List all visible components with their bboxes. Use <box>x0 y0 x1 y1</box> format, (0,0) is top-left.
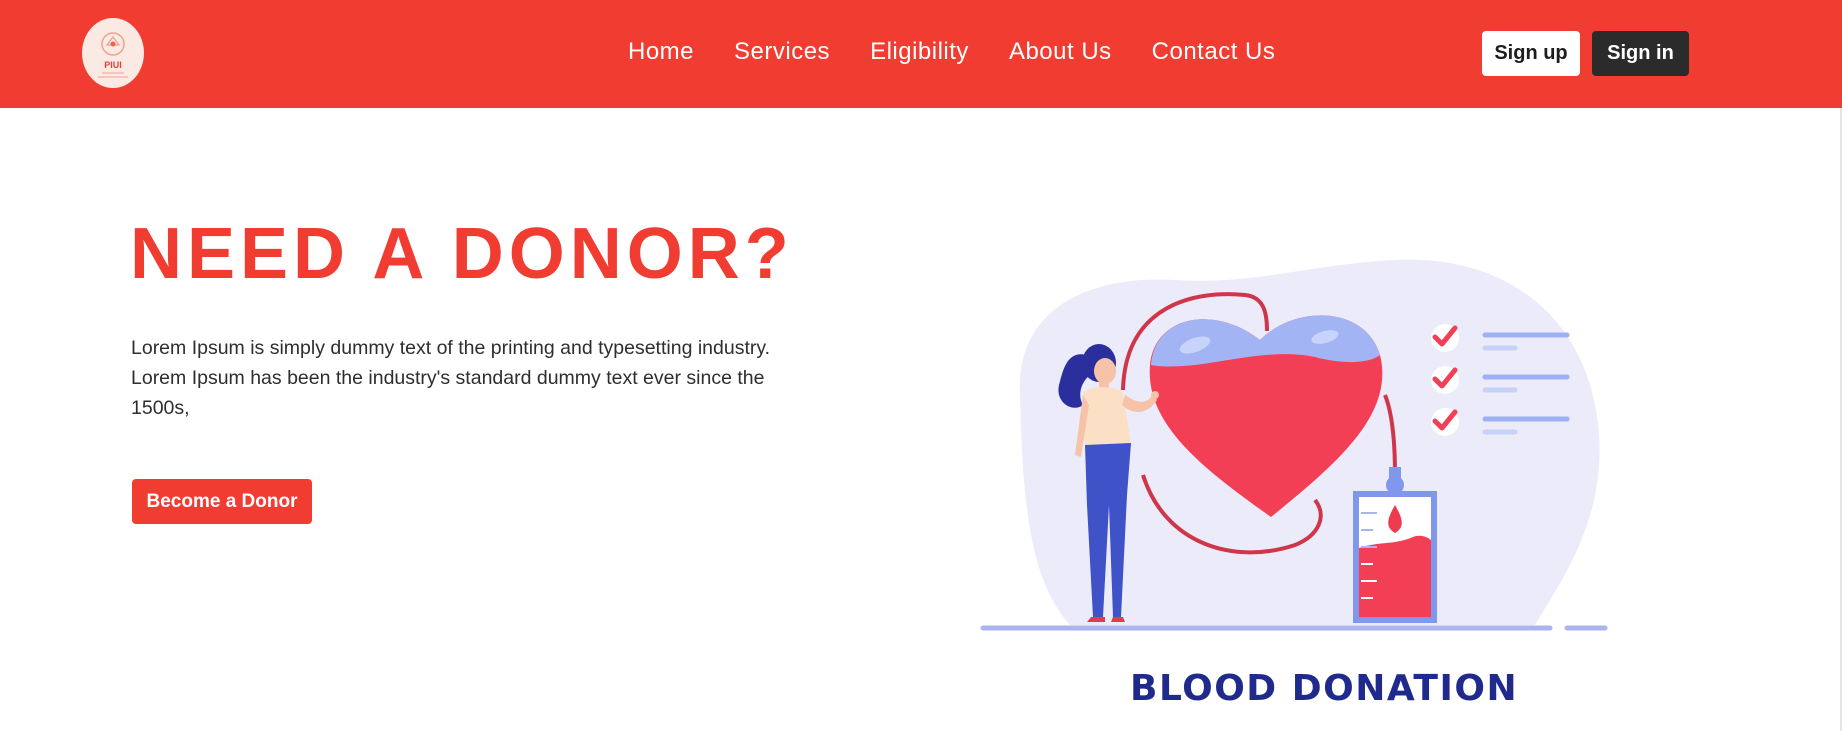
become-donor-button[interactable]: Become a Donor <box>132 479 312 524</box>
main-nav: Home Services Eligibility About Us Conta… <box>628 36 1275 68</box>
hero-description: Lorem Ipsum is simply dummy text of the … <box>131 337 771 419</box>
sign-up-button[interactable]: Sign up <box>1482 31 1580 76</box>
nav-services[interactable]: Services <box>734 36 830 68</box>
logo-emblem-icon: PIUI <box>98 32 128 78</box>
site-logo[interactable]: PIUI <box>82 18 144 88</box>
logo-text: PIUI <box>104 60 122 70</box>
blood-donation-illustration-graphic <box>980 259 1608 631</box>
nav-about-us[interactable]: About Us <box>1009 36 1112 68</box>
illustration-caption: BLOOD DONATION <box>1130 668 1519 709</box>
navbar: PIUI Home Services Eligibility About Us … <box>0 0 1842 108</box>
nav-contact-us[interactable]: Contact Us <box>1152 36 1276 68</box>
hero-title: NEED A DONOR? <box>130 214 794 294</box>
nav-eligibility[interactable]: Eligibility <box>870 36 969 68</box>
sign-in-button[interactable]: Sign in <box>1592 31 1689 76</box>
blood-donation-illustration <box>975 245 1625 635</box>
nav-home[interactable]: Home <box>628 36 694 68</box>
